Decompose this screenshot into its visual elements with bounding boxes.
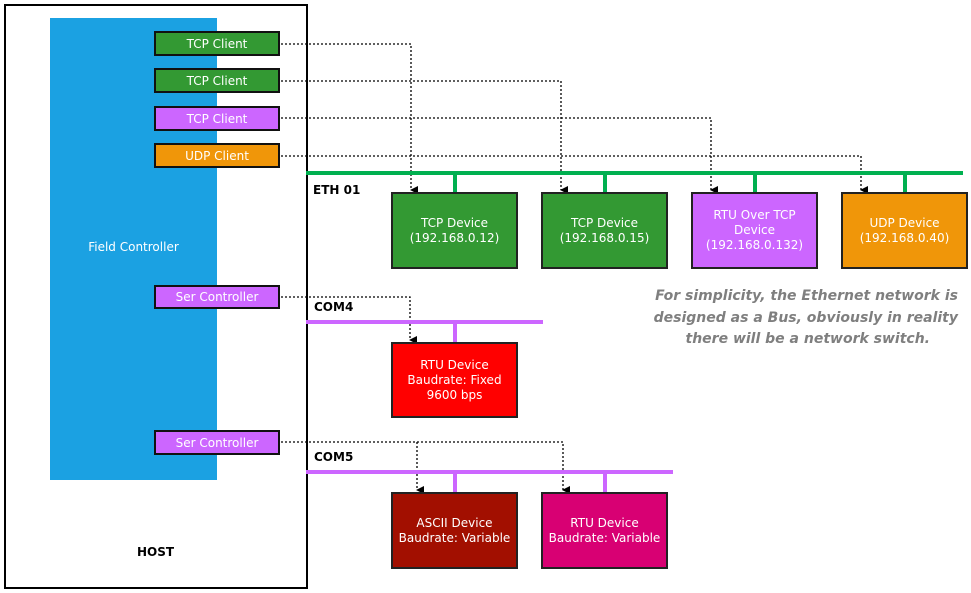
device-address: (192.168.0.40) bbox=[859, 230, 950, 245]
udp-device[interactable]: UDP Device (192.168.0.40) bbox=[841, 192, 968, 269]
note-line: there will be a network switch. bbox=[685, 331, 930, 347]
com4-label: COM4 bbox=[314, 300, 354, 314]
link-client-1 bbox=[281, 43, 418, 194]
client-label: TCP Client bbox=[186, 73, 248, 88]
device-address: (192.168.0.12) bbox=[409, 230, 500, 245]
device-name: TCP Device bbox=[570, 215, 639, 230]
rtu-device-com4[interactable]: RTU Device Baudrate: Fixed 9600 bps bbox=[391, 342, 518, 418]
device-address: (192.168.0.15) bbox=[559, 230, 650, 245]
ser-controller-label: Ser Controller bbox=[175, 435, 259, 450]
com5-label: COM5 bbox=[314, 450, 354, 464]
rtu-over-tcp-device[interactable]: RTU Over TCP Device (192.168.0.132) bbox=[691, 192, 818, 269]
note-line: designed as a Bus, obviously in reality bbox=[653, 309, 958, 326]
link-ser-2b bbox=[417, 441, 570, 494]
device-speed: 9600 bps bbox=[426, 387, 483, 402]
client-label: TCP Client bbox=[186, 36, 248, 51]
tcp-device-1[interactable]: TCP Device (192.168.0.12) bbox=[391, 192, 518, 269]
device-name: RTU Device bbox=[420, 357, 489, 372]
client-label: UDP Client bbox=[185, 148, 249, 163]
tcp-device-2[interactable]: TCP Device (192.168.0.15) bbox=[541, 192, 668, 269]
note: For simplicity, the Ethernet network is … bbox=[654, 286, 958, 351]
device-baudrate: Baudrate: Variable bbox=[548, 530, 661, 545]
device-address: (192.168.0.132) bbox=[705, 238, 804, 252]
rtu-device-com5[interactable]: RTU Device Baudrate: Variable bbox=[541, 492, 668, 569]
tcp-client-2[interactable]: TCP Client bbox=[154, 68, 280, 93]
device-name: RTU Over TCP Device bbox=[713, 208, 796, 237]
eth-label: ETH 01 bbox=[313, 183, 361, 197]
ser-controller-2[interactable]: Ser Controller bbox=[154, 430, 280, 455]
tcp-client-3[interactable]: TCP Client bbox=[154, 106, 280, 131]
ascii-device[interactable]: ASCII Device Baudrate: Variable bbox=[391, 492, 518, 569]
link-client-3 bbox=[281, 117, 718, 194]
tcp-client-1[interactable]: TCP Client bbox=[154, 31, 280, 56]
device-name: RTU Device bbox=[570, 515, 639, 530]
device-baudrate: Baudrate: Fixed bbox=[407, 372, 502, 387]
client-label: TCP Client bbox=[186, 111, 248, 126]
device-name: ASCII Device bbox=[416, 515, 493, 530]
ser-controller-label: Ser Controller bbox=[175, 290, 259, 304]
note-line: For simplicity, the Ethernet network is bbox=[655, 288, 958, 304]
device-baudrate: Baudrate: Variable bbox=[398, 530, 511, 545]
device-name: TCP Device bbox=[420, 215, 489, 230]
udp-client[interactable]: UDP Client bbox=[154, 143, 280, 168]
ser-controller-1[interactable]: Ser Controller bbox=[154, 285, 280, 309]
device-name: UDP Device bbox=[869, 215, 940, 230]
